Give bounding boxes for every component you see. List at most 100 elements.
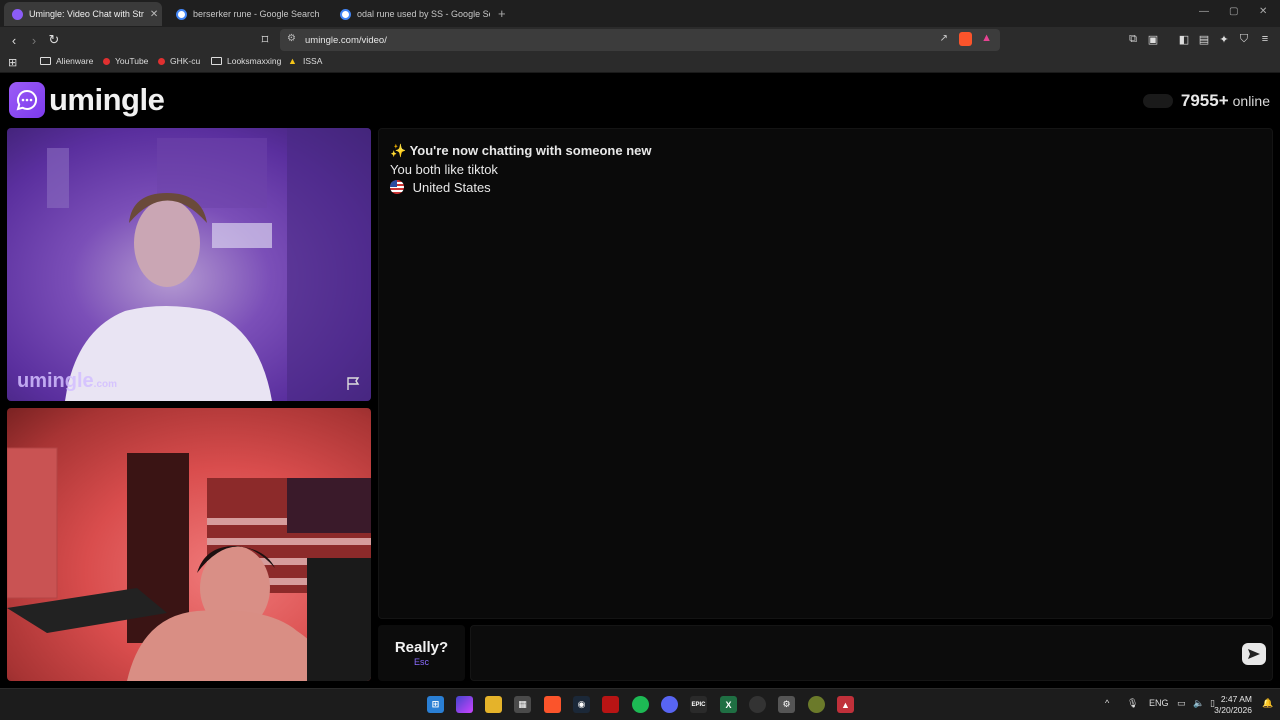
youtube-icon (158, 57, 165, 65)
umingle-logo-icon[interactable] (9, 82, 45, 118)
maximize-icon[interactable]: ▢ (1229, 6, 1238, 17)
bookmark-label: Looksmaxxing (227, 56, 282, 66)
issa-icon: ▲ (288, 56, 297, 66)
tab-title: berserker rune - Google Search (193, 9, 320, 19)
chat-message-text: You're now chatting with someone new (409, 143, 652, 158)
chat-message-input[interactable] (471, 626, 1272, 680)
report-flag-icon[interactable] (346, 377, 362, 391)
wallet-icon[interactable]: ▣ (1146, 32, 1160, 46)
file-explorer-icon[interactable] (485, 696, 502, 713)
bookmarks-bar: ⊞ Alienware YouTube GHK-cu Looksmaxxing … (0, 53, 1280, 73)
google-favicon-icon (176, 8, 187, 20)
send-icon (1248, 649, 1260, 659)
brave-icon[interactable] (544, 696, 561, 713)
chat-common-interest: You both like tiktok (390, 162, 498, 177)
watermark-suffix: .com (93, 379, 118, 390)
send-button[interactable] (1242, 643, 1266, 665)
vpn-icon[interactable]: ⛉ (1237, 32, 1251, 46)
online-label: online (1232, 93, 1270, 109)
bookmark-ghk-cu[interactable]: GHK-cu (158, 56, 200, 66)
tray-overflow-icon[interactable]: ^ (1105, 698, 1109, 708)
excel-icon[interactable]: X (720, 696, 737, 713)
windows-taskbar: ⊞ ▦ ◉ EPIC X ⚙ ▲ ^ 🎙 ENG ▭ 🔈 ▯ 2:47 AM 3… (0, 688, 1280, 720)
online-count: 7955+ (1180, 91, 1229, 110)
apps-grid-icon[interactable]: ⊞ (8, 56, 17, 69)
bookmark-label: ISSA (303, 56, 323, 66)
clock[interactable]: 2:47 AM 3/20/2026 (1214, 694, 1252, 716)
bookmark-page-icon[interactable]: ⌑ (256, 31, 274, 49)
self-video (7, 408, 371, 681)
reload-icon[interactable]: ↻ (45, 31, 63, 49)
chat-message-text: You both like tiktok (390, 162, 498, 177)
app-icon[interactable] (808, 696, 825, 713)
app-icon[interactable] (749, 696, 766, 713)
microphone-icon[interactable]: 🎙 (1127, 698, 1138, 709)
bookmark-alienware[interactable]: Alienware (40, 56, 93, 66)
skip-button[interactable]: Really? Esc (378, 625, 465, 681)
start-icon[interactable]: ⊞ (427, 696, 444, 713)
extensions-icon[interactable]: ⧉ (1126, 32, 1140, 46)
online-toggle[interactable] (1142, 94, 1173, 108)
chat-log: ✨ You're now chatting with someone new Y… (378, 128, 1273, 619)
discord-icon[interactable] (661, 696, 678, 713)
reading-list-icon[interactable]: ▤ (1197, 32, 1211, 46)
network-icon[interactable]: ▭ (1177, 698, 1186, 709)
steam-icon[interactable]: ◉ (573, 696, 590, 713)
bookmark-label: YouTube (115, 56, 149, 66)
us-flag-icon (390, 180, 404, 194)
logo-text[interactable]: umingle (49, 82, 165, 118)
sparkles-icon: ✨ (390, 143, 407, 158)
address-bar[interactable]: ⚙ umingle.com/video/ ↗ ▲ (280, 29, 1000, 51)
settings-icon[interactable]: ⚙ (778, 696, 795, 713)
browser-tab-strip: Umingle: Video Chat with Str ✕ berserker… (0, 0, 1280, 27)
site-header: umingle 7955+ online (0, 74, 1280, 126)
app-icon[interactable] (602, 696, 619, 713)
clock-time: 2:47 AM (1220, 694, 1252, 704)
google-favicon-icon (340, 8, 351, 20)
language-indicator[interactable]: ENG (1149, 698, 1169, 708)
url-text: umingle.com/video/ (305, 34, 387, 46)
menu-icon[interactable]: ≡ (1258, 32, 1272, 46)
bookmark-label: Alienware (56, 56, 94, 66)
site-info-icon[interactable]: ⚙ (287, 33, 296, 44)
clock-date: 3/20/2026 (1214, 705, 1252, 715)
umingle-favicon-icon (12, 8, 23, 20)
bookmark-looksmaxxing[interactable]: Looksmaxxing (211, 56, 281, 66)
tab-odal-rune[interactable]: odal rune used by SS - Google Search (332, 2, 490, 26)
tab-berserker-rune[interactable]: berserker rune - Google Search (168, 2, 328, 26)
sidebar-icon[interactable]: ◧ (1177, 32, 1191, 46)
watermark-text: umingle (17, 370, 94, 392)
leo-ai-icon[interactable]: ✦ (1217, 32, 1231, 46)
copilot-icon[interactable] (456, 696, 473, 713)
close-tab-icon[interactable]: ✕ (144, 9, 158, 20)
share-icon[interactable]: ↗ (940, 33, 948, 44)
chat-country: United States (390, 180, 491, 195)
brave-rewards-icon[interactable]: ▲ (981, 32, 992, 44)
notifications-icon[interactable]: 🔔 (1262, 698, 1273, 709)
chat-message-text: United States (412, 180, 491, 195)
epic-games-icon[interactable]: EPIC (690, 696, 707, 713)
stranger-video-scene (47, 128, 371, 401)
back-icon[interactable]: ‹ (5, 31, 23, 49)
close-window-icon[interactable]: ✕ (1259, 6, 1267, 17)
app-icon[interactable]: ▲ (837, 696, 854, 713)
tab-title: odal rune used by SS - Google Search (357, 9, 490, 19)
minimize-icon[interactable]: — (1199, 6, 1209, 17)
tab-umingle[interactable]: Umingle: Video Chat with Str ✕ (4, 2, 162, 26)
forward-icon[interactable]: › (25, 31, 43, 49)
spotify-icon[interactable] (632, 696, 649, 713)
microsoft-store-icon[interactable]: ▦ (514, 696, 531, 713)
video-watermark: umingle.com (17, 370, 117, 393)
chat-input-box (470, 625, 1273, 681)
new-tab-button[interactable]: + (498, 6, 506, 21)
folder-icon (211, 57, 222, 65)
bookmark-issa[interactable]: ▲ ISSA (288, 56, 322, 66)
skip-button-label: Really? (394, 639, 449, 656)
browser-toolbar: ‹ › ↻ ⌑ ⚙ umingle.com/video/ ↗ ▲ ⧉ ▣ ◧ ▤… (0, 27, 1280, 53)
bookmark-youtube[interactable]: YouTube (103, 56, 148, 66)
skip-shortcut-hint: Esc (413, 657, 429, 667)
brave-shields-icon[interactable] (959, 32, 972, 46)
chat-system-message: ✨ You're now chatting with someone new (390, 143, 652, 159)
volume-icon[interactable]: 🔈 (1193, 698, 1204, 709)
online-counter: 7955+ online (1142, 91, 1270, 111)
